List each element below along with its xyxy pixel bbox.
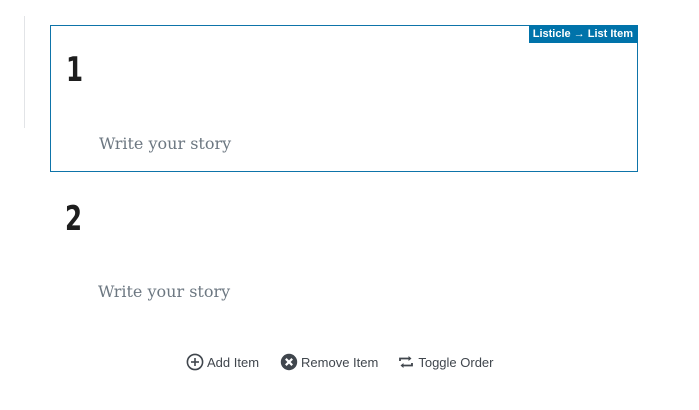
item-number: 2 [65, 199, 82, 239]
remove-item-button[interactable]: Remove Item [280, 353, 378, 371]
list-item-1[interactable]: Listicle → List Item 1 Write your story [50, 25, 638, 172]
toggle-order-label: Toggle Order [418, 354, 494, 370]
add-item-label: Add Item [207, 354, 260, 370]
item-number: 1 [66, 50, 83, 90]
block-breadcrumb[interactable]: Listicle → List Item [528, 25, 638, 43]
block-gutter-divider [24, 16, 25, 128]
add-item-button[interactable]: Add Item [186, 353, 259, 371]
x-circle-icon [280, 353, 298, 371]
story-input[interactable]: Write your story [99, 134, 231, 154]
repeat-arrows-icon [399, 356, 414, 368]
plus-circle-icon [186, 353, 204, 371]
remove-item-label: Remove Item [301, 354, 379, 370]
list-item-2[interactable]: 2 Write your story [50, 175, 638, 325]
listicle-actions: Add Item Remove Item Toggle Order [186, 352, 494, 372]
story-input[interactable]: Write your story [98, 282, 230, 302]
toggle-order-button[interactable]: Toggle Order [398, 354, 494, 370]
